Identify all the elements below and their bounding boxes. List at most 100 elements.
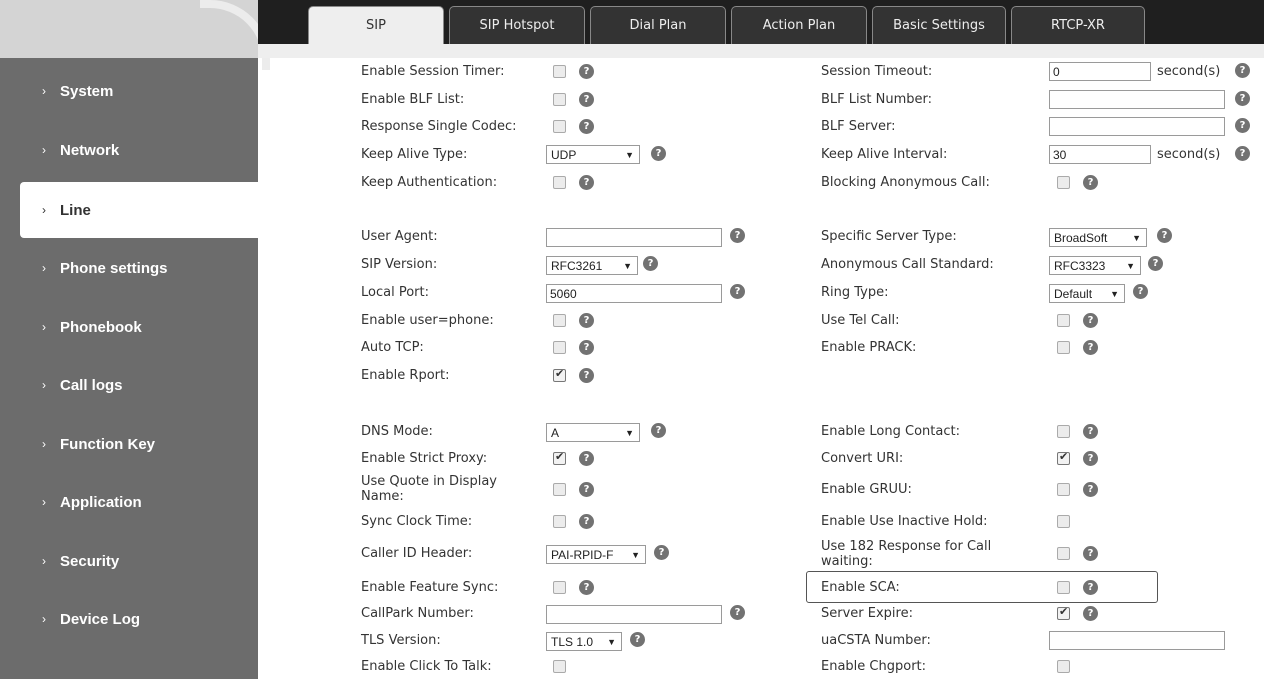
select-dns-mode[interactable]: A ▼	[546, 423, 640, 442]
label-use-quote-display-name: Use Quote in Display Name:	[361, 474, 497, 504]
checkbox-enable-gruu[interactable]	[1057, 483, 1070, 496]
help-icon[interactable]: ?	[579, 92, 594, 107]
help-icon[interactable]: ?	[1235, 118, 1250, 133]
nav-item-system[interactable]: › System	[20, 63, 258, 119]
input-local-port[interactable]	[546, 284, 722, 303]
checkbox-use-182-response[interactable]	[1057, 547, 1070, 560]
input-keep-alive-interval[interactable]	[1049, 145, 1151, 164]
nav-item-network[interactable]: › Network	[20, 122, 258, 178]
checkbox-enable-rport[interactable]	[553, 367, 566, 382]
help-icon[interactable]: ?	[579, 175, 594, 190]
label-enable-long-contact: Enable Long Contact:	[821, 424, 960, 439]
nav-item-call-logs[interactable]: › Call logs	[20, 357, 258, 413]
help-icon[interactable]: ?	[630, 632, 645, 647]
tab-sip-hotspot[interactable]: SIP Hotspot	[449, 6, 585, 44]
help-icon[interactable]: ?	[1148, 256, 1163, 271]
checkbox-use-quote-display-name[interactable]	[553, 483, 566, 496]
checkbox-enable-feature-sync[interactable]	[553, 581, 566, 594]
tab-sip[interactable]: SIP	[308, 6, 444, 44]
checkbox-keep-authentication[interactable]	[553, 176, 566, 189]
nav-item-phonebook[interactable]: › Phonebook	[20, 299, 258, 355]
checkbox-convert-uri[interactable]	[1057, 450, 1070, 465]
help-icon[interactable]: ?	[1157, 228, 1172, 243]
help-icon[interactable]: ?	[1083, 340, 1098, 355]
input-blf-list-number[interactable]	[1049, 90, 1225, 109]
tab-basic-settings[interactable]: Basic Settings	[872, 6, 1006, 44]
help-icon[interactable]: ?	[1083, 546, 1098, 561]
help-icon[interactable]: ?	[1083, 580, 1098, 595]
help-icon[interactable]: ?	[579, 119, 594, 134]
checkbox-enable-strict-proxy[interactable]	[553, 450, 566, 465]
select-keep-alive-type[interactable]: UDP ▼	[546, 145, 640, 164]
label-convert-uri: Convert URI:	[821, 451, 904, 466]
help-icon[interactable]: ?	[730, 228, 745, 243]
checkbox-enable-long-contact[interactable]	[1057, 425, 1070, 438]
nav-item-application[interactable]: › Application	[20, 474, 258, 530]
help-icon[interactable]: ?	[1235, 91, 1250, 106]
checkbox-sync-clock-time[interactable]	[553, 515, 566, 528]
checkbox-enable-click-to-talk[interactable]	[553, 660, 566, 673]
help-icon[interactable]: ?	[579, 368, 594, 383]
chevron-down-icon: ▼	[1132, 232, 1141, 243]
help-icon[interactable]: ?	[654, 545, 669, 560]
select-sip-version[interactable]: RFC3261 ▼	[546, 256, 638, 275]
help-icon[interactable]: ?	[1083, 482, 1098, 497]
select-ring-type[interactable]: Default ▼	[1049, 284, 1125, 303]
help-icon[interactable]: ?	[579, 482, 594, 497]
checkbox-enable-blf-list[interactable]	[553, 93, 566, 106]
help-icon[interactable]: ?	[643, 256, 658, 271]
checkbox-enable-chgport[interactable]	[1057, 660, 1070, 673]
nav-item-phone-settings[interactable]: › Phone settings	[20, 240, 258, 296]
help-icon[interactable]: ?	[730, 605, 745, 620]
help-icon[interactable]: ?	[579, 514, 594, 529]
help-icon[interactable]: ?	[1083, 175, 1098, 190]
help-icon[interactable]: ?	[651, 423, 666, 438]
tab-rtcp-xr[interactable]: RTCP-XR	[1011, 6, 1145, 44]
tab-action-plan[interactable]: Action Plan	[731, 6, 867, 44]
tab-dial-plan[interactable]: Dial Plan	[590, 6, 726, 44]
checkbox-auto-tcp[interactable]	[553, 341, 566, 354]
help-icon[interactable]: ?	[579, 313, 594, 328]
nav-item-security[interactable]: › Security	[20, 533, 258, 589]
help-icon[interactable]: ?	[1083, 451, 1098, 466]
nav-item-line[interactable]: › Line	[20, 182, 258, 238]
select-tls-version[interactable]: TLS 1.0 ▼	[546, 632, 622, 651]
chevron-right-icon: ›	[42, 203, 46, 217]
checkbox-response-single-codec[interactable]	[553, 120, 566, 133]
label-sync-clock-time: Sync Clock Time:	[361, 514, 473, 529]
label-use-182-response: Use 182 Response for Call waiting:	[821, 539, 992, 569]
select-anonymous-call-standard[interactable]: RFC3323 ▼	[1049, 256, 1141, 275]
checkbox-use-tel-call[interactable]	[1057, 314, 1070, 327]
help-icon[interactable]: ?	[1235, 63, 1250, 78]
checkbox-enable-session-timer[interactable]	[553, 65, 566, 78]
checkbox-enable-use-inactive-hold[interactable]	[1057, 515, 1070, 528]
help-icon[interactable]: ?	[1083, 313, 1098, 328]
nav-item-function-key[interactable]: › Function Key	[20, 416, 258, 472]
input-user-agent[interactable]	[546, 228, 722, 247]
checkbox-enable-user-phone[interactable]	[553, 314, 566, 327]
help-icon[interactable]: ?	[730, 284, 745, 299]
checkbox-blocking-anonymous-call[interactable]	[1057, 176, 1070, 189]
help-icon[interactable]: ?	[651, 146, 666, 161]
input-callpark-number[interactable]	[546, 605, 722, 624]
label-keep-alive-type: Keep Alive Type:	[361, 147, 468, 162]
select-caller-id-header[interactable]: PAI-RPID-F ▼	[546, 545, 646, 564]
checkbox-server-expire[interactable]	[1057, 605, 1070, 620]
input-blf-server[interactable]	[1049, 117, 1225, 136]
chevron-right-icon: ›	[42, 495, 46, 509]
help-icon[interactable]: ?	[1235, 146, 1250, 161]
label-local-port: Local Port:	[361, 285, 429, 300]
help-icon[interactable]: ?	[1083, 424, 1098, 439]
checkbox-enable-sca[interactable]	[1057, 581, 1070, 594]
select-specific-server-type[interactable]: BroadSoft ▼	[1049, 228, 1147, 247]
help-icon[interactable]: ?	[579, 580, 594, 595]
input-uacsta-number[interactable]	[1049, 631, 1225, 650]
help-icon[interactable]: ?	[579, 64, 594, 79]
help-icon[interactable]: ?	[1083, 606, 1098, 621]
help-icon[interactable]: ?	[579, 451, 594, 466]
help-icon[interactable]: ?	[579, 340, 594, 355]
nav-item-device-log[interactable]: › Device Log	[20, 591, 258, 647]
input-session-timeout[interactable]	[1049, 62, 1151, 81]
help-icon[interactable]: ?	[1133, 284, 1148, 299]
checkbox-enable-prack[interactable]	[1057, 341, 1070, 354]
